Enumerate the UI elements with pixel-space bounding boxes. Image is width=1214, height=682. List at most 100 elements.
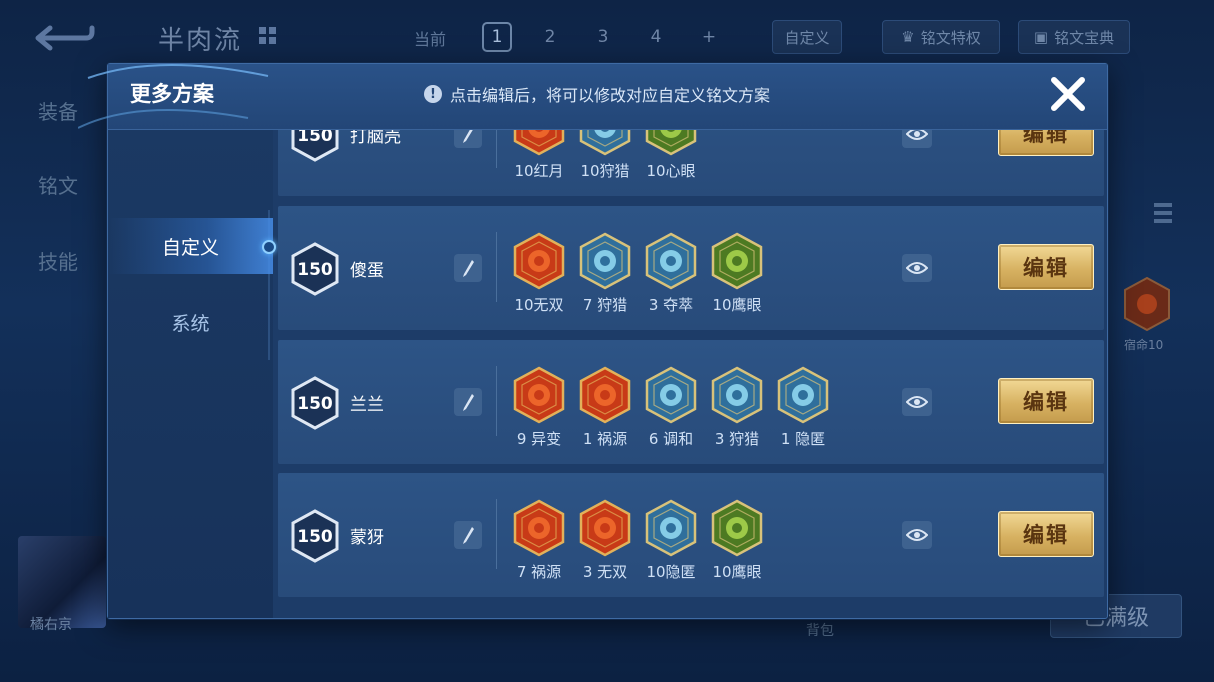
rune-slot: 9 异变 [510,366,568,449]
rune-blue-icon [645,499,697,557]
preview-button[interactable] [902,521,932,549]
rune-red-icon [513,366,565,424]
rename-button[interactable] [454,130,482,148]
pen-icon [463,130,473,143]
category-nav: 自定义 系统 [108,130,276,618]
pen-icon [463,260,474,277]
bag-label[interactable]: 背包 [806,620,834,640]
custom-tab[interactable]: 自定义 [772,20,842,54]
rune-label: 3 狩猎 [714,430,760,448]
rune-label: 10鹰眼 [712,563,762,581]
level-value: 150 [297,130,333,146]
rune-slot: 10隐匿 [642,499,700,582]
rune-slot: 1 隐匿 [774,366,832,449]
level-value: 150 [297,260,333,280]
rune-blue-icon [579,232,631,290]
rune-slot: 10鹰眼 [708,499,766,582]
crown-icon: ♛ [901,28,915,46]
side-tab-runes[interactable]: 铭文 [38,170,78,199]
back-arrow-icon[interactable] [30,20,96,56]
nav-tab-custom[interactable]: 自定义 [108,218,273,274]
preview-button[interactable] [902,130,932,148]
rune-slot: 3 夺萃 [642,232,700,315]
row-divider [496,499,497,569]
rune-slot: 10鹰眼 [708,232,766,315]
rune-green-icon [711,499,763,557]
nav-tab-system[interactable]: 系统 [108,294,273,350]
level-badge-icon: 150 [291,242,339,296]
scheme-name: 蒙犽 [350,528,384,548]
scheme-row: 150 蒙犽 7 祸源 3 无双 10隐匿 10鹰眼 编辑 [278,473,1104,597]
privilege-button[interactable]: ♛ 铭文特权 [882,20,1000,54]
rune-red-icon [579,499,631,557]
slot-add[interactable]: + [694,22,724,52]
edit-button[interactable]: 编辑 [998,511,1094,557]
edit-button[interactable]: 编辑 [998,378,1094,424]
rune-slot: 6 调和 [642,366,700,449]
preview-button[interactable] [902,388,932,416]
rune-label: 6 调和 [648,430,694,448]
rune-label: 7 狩猎 [582,296,628,314]
rune-label: 10隐匿 [646,563,696,581]
list-icon[interactable] [1152,200,1174,226]
codex-button[interactable]: ▣ 铭文宝典 [1018,20,1130,54]
info-icon: ! [424,85,442,103]
rename-button[interactable] [454,521,482,549]
privilege-label: 铭文特权 [920,28,981,47]
rename-button[interactable] [454,254,482,282]
scheme-row: 150 兰兰 9 异变 1 祸源 6 调和 3 狩猎 1 隐匿 编辑 [278,340,1104,464]
rune-slot: 10红月 [510,130,568,181]
rune-slot: 3 狩猎 [708,366,766,449]
rune-slot: 10狩猎 [576,130,634,181]
level-badge-icon: 150 [291,376,339,430]
level-value: 150 [297,394,333,414]
rune-label: 1 隐匿 [780,430,826,448]
rune-label: 10狩猎 [580,162,630,180]
slot-2[interactable]: 2 [535,22,565,52]
level-badge-icon: 150 [291,130,339,162]
rune-blue-icon [645,366,697,424]
edit-button[interactable]: 编辑 [998,244,1094,290]
row-divider [496,366,497,436]
rune-red-icon [513,130,565,156]
level-badge-icon: 150 [291,509,339,563]
slot-3[interactable]: 3 [588,22,618,52]
pen-icon [463,394,474,411]
eye-icon [906,262,928,274]
row-divider [496,130,497,168]
row-divider [496,232,497,302]
edit-button[interactable]: 编辑 [998,130,1094,156]
codex-label: 铭文宝典 [1054,28,1115,47]
scheme-list[interactable]: 150 打脑壳 10红月 10狩猎 10心眼 编辑 150 傻蛋 10无双 7 … [278,130,1104,618]
rune-label: 10鹰眼 [712,296,762,314]
destiny-rune-label: 宿命10 [1124,338,1164,352]
tab-current[interactable]: 当前 [414,26,446,50]
more-schemes-dialog: 更多方案 ! 点击编辑后，将可以修改对应自定义铭文方案 自定义 系统 150 打… [78,63,1108,619]
slot-4[interactable]: 4 [641,22,671,52]
rune-label: 1 祸源 [582,430,628,448]
side-tab-equipment[interactable]: 装备 [38,96,78,125]
grid-icon[interactable] [258,26,278,46]
rune-blue-icon [579,130,631,156]
side-tab-skills[interactable]: 技能 [38,246,78,275]
rune-green-icon [645,130,697,156]
rune-label: 10心眼 [646,162,696,180]
eye-icon [906,130,928,140]
scheme-row: 150 打脑壳 10红月 10狩猎 10心眼 编辑 [278,130,1104,196]
slot-1[interactable]: 1 [482,22,512,52]
pen-icon [463,527,474,544]
rune-label: 10无双 [514,296,564,314]
destiny-rune-icon [1124,276,1170,332]
book-icon: ▣ [1033,28,1049,46]
rune-slot: 7 狩猎 [576,232,634,315]
rune-slot: 10心眼 [642,130,700,181]
rune-slot: 1 祸源 [576,366,634,449]
preview-button[interactable] [902,254,932,282]
rune-label: 9 异变 [516,430,562,448]
scheme-name: 傻蛋 [350,261,384,281]
scheme-title: 半肉流 [158,26,243,56]
eye-icon [906,529,928,541]
rune-slot: 7 祸源 [510,499,568,582]
rename-button[interactable] [454,388,482,416]
close-icon[interactable] [1048,74,1088,114]
